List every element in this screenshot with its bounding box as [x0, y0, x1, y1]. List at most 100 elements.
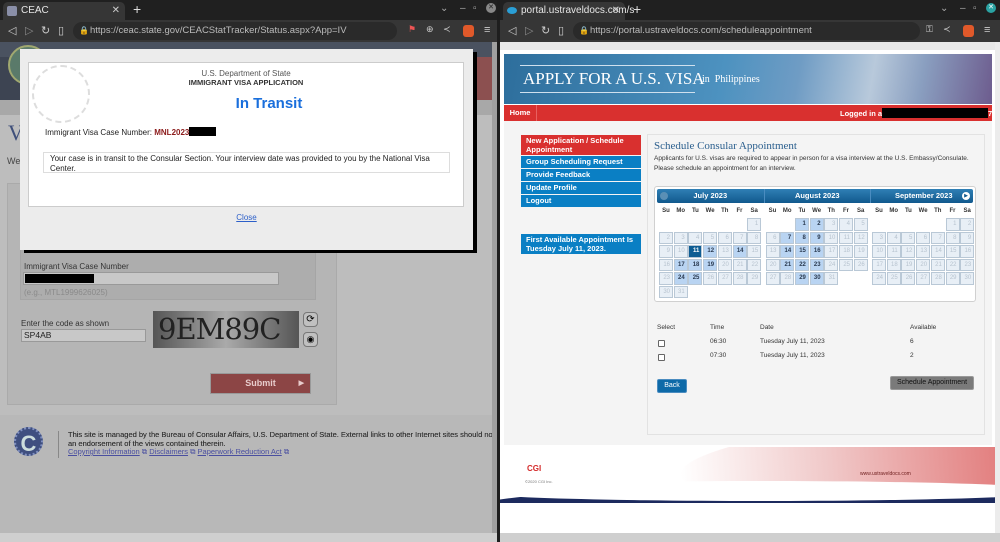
menu-icon[interactable]: ≡	[984, 24, 990, 36]
brave-shields-icon[interactable]	[463, 25, 474, 37]
maximize-icon[interactable]: ▫	[473, 3, 477, 14]
menu-provide-feedback[interactable]: Provide Feedback	[521, 169, 641, 181]
menu-group-scheduling[interactable]: Group Scheduling Request	[521, 156, 641, 168]
submit-button[interactable]: Submit ▶	[210, 373, 311, 394]
column-header: Available	[910, 324, 937, 331]
calendar-day-available[interactable]: 18	[688, 258, 703, 271]
slot-checkbox[interactable]	[658, 340, 665, 347]
back-icon[interactable]: ◁	[8, 24, 16, 37]
menu-logout[interactable]: Logout	[521, 195, 641, 207]
calendar-day: 9	[659, 245, 673, 258]
calendar-day-available[interactable]: 2	[809, 218, 824, 231]
calendar-day: 21	[930, 258, 945, 271]
close-link[interactable]: Close	[20, 213, 473, 222]
redaction	[882, 108, 988, 118]
new-tab-button[interactable]: +	[633, 1, 641, 17]
calendar-day: 4	[886, 231, 901, 244]
calendar-day-available[interactable]: 29	[794, 272, 809, 285]
site-permissions-icon[interactable]: ⚑	[408, 24, 416, 35]
slot-checkbox[interactable]	[658, 354, 665, 361]
case-number-prefix: MNL2023	[154, 128, 190, 137]
menu-icon[interactable]: ≡	[484, 24, 490, 36]
redaction	[25, 274, 94, 283]
calendar-day-available[interactable]: 14	[780, 245, 795, 258]
share-icon[interactable]: ≺	[943, 24, 951, 35]
scrollbar[interactable]	[492, 42, 497, 533]
weekday-label: We	[705, 208, 715, 214]
calendar-day: 28	[930, 272, 945, 285]
back-icon[interactable]: ◁	[508, 24, 516, 37]
calendar-day-selected[interactable]: 11	[688, 245, 703, 258]
forward-icon[interactable]: ▷	[25, 24, 33, 37]
bookmark-icon[interactable]: ▯	[58, 24, 64, 37]
calendar-day-available[interactable]: 25	[688, 272, 703, 285]
calendar-day-available[interactable]: 22	[794, 258, 809, 271]
calendar-day-available[interactable]: 23	[809, 258, 824, 271]
footer-text-line1: This site is managed by the Bureau of Co…	[68, 430, 492, 439]
calendar-day-available[interactable]: 19	[703, 258, 718, 271]
calendar-day-available[interactable]: 14	[732, 245, 747, 258]
reload-icon[interactable]: ↻	[41, 24, 50, 37]
minimize-icon[interactable]: –	[960, 3, 966, 14]
calendar-day-available[interactable]: 21	[780, 258, 795, 271]
calendar-day-available[interactable]: 30	[809, 272, 824, 285]
calendar-day: 8	[945, 231, 960, 244]
tab-list-icon[interactable]: ⌄	[940, 3, 948, 14]
bookmark-icon[interactable]: ▯	[558, 24, 564, 37]
nav-home[interactable]: Home	[504, 105, 537, 121]
url-bar[interactable]: 🔒 https://ceac.state.gov/CEACStatTracker/…	[73, 22, 397, 40]
calendar-day-available[interactable]: 17	[673, 258, 688, 271]
copyright-link[interactable]: Copyright Information	[68, 447, 140, 456]
menu-new-application[interactable]: New Application / Schedule Appointment	[521, 135, 641, 155]
case-number-input[interactable]	[23, 272, 279, 285]
calendar-day: 29	[945, 272, 960, 285]
username-suffix: 7)	[988, 109, 995, 118]
calendar-day-available[interactable]: 1	[794, 218, 809, 231]
close-tab-icon[interactable]: ✕	[612, 2, 620, 20]
maximize-icon[interactable]: ▫	[973, 3, 977, 14]
scrollbar[interactable]	[995, 42, 1000, 533]
close-tab-icon[interactable]: ✕	[112, 2, 120, 20]
column-header: Select	[657, 324, 676, 331]
calendar-day-available[interactable]: 12	[703, 245, 718, 258]
tab-list-icon[interactable]: ⌄	[440, 3, 448, 14]
minimize-icon[interactable]: –	[460, 3, 466, 14]
tab-ustraveldocs[interactable]: portal.ustraveldocs.com/s ✕	[503, 2, 634, 20]
disclaimers-link[interactable]: Disclaimers	[149, 447, 188, 456]
menu-update-profile[interactable]: Update Profile	[521, 182, 641, 194]
password-key-icon[interactable]: ⚿	[926, 24, 933, 35]
captcha-input[interactable]: SP4AB	[21, 329, 146, 342]
brave-shields-icon[interactable]	[963, 25, 974, 37]
refresh-captcha-icon[interactable]: ⟳	[303, 312, 318, 327]
left-browser-window: CEAC ✕ + ⌄ – ▫ ✕ ◁ ▷ ↻ ▯ 🔒 https://ceac.st…	[0, 0, 497, 542]
schedule-appointment-button[interactable]: Schedule Appointment	[890, 376, 974, 390]
share-icon[interactable]: ≺	[443, 24, 451, 35]
calendar-day-available[interactable]: 7	[780, 231, 795, 244]
close-window-icon[interactable]: ✕	[486, 3, 496, 13]
reload-icon[interactable]: ↻	[541, 24, 550, 37]
url-bar[interactable]: 🔒 https://portal.ustraveldocs.com/schedul…	[573, 22, 920, 40]
close-window-icon[interactable]: ✕	[986, 3, 996, 13]
calendar-day: 4	[688, 231, 703, 244]
calendar-day: 5	[901, 231, 916, 244]
column-header: Time	[710, 324, 725, 331]
calendar-day: 26	[853, 258, 868, 271]
calendar-day-available[interactable]: 16	[809, 245, 824, 258]
calendar-day-available[interactable]: 24	[673, 272, 688, 285]
month-label: September 2023	[870, 189, 977, 203]
tab-ceac[interactable]: CEAC ✕	[3, 2, 125, 20]
external-link-icon: ⧉	[188, 447, 198, 456]
back-button[interactable]: Back	[657, 379, 687, 393]
paperwork-reduction-link[interactable]: Paperwork Reduction Act	[198, 447, 282, 456]
calendar-day: 1	[747, 218, 762, 231]
calendar-day-available[interactable]: 9	[809, 231, 824, 244]
status-message: Your case is in transit to the Consular …	[43, 152, 450, 173]
audio-captcha-icon[interactable]: ◉	[303, 332, 318, 347]
zoom-icon[interactable]: ⊕	[426, 24, 434, 35]
calendar-day: 10	[872, 245, 886, 258]
captcha-label: Enter the code as shown	[21, 319, 110, 328]
calendar-day-available[interactable]: 15	[794, 245, 809, 258]
new-tab-button[interactable]: +	[133, 1, 141, 17]
forward-icon[interactable]: ▷	[525, 24, 533, 37]
calendar-day-available[interactable]: 8	[794, 231, 809, 244]
